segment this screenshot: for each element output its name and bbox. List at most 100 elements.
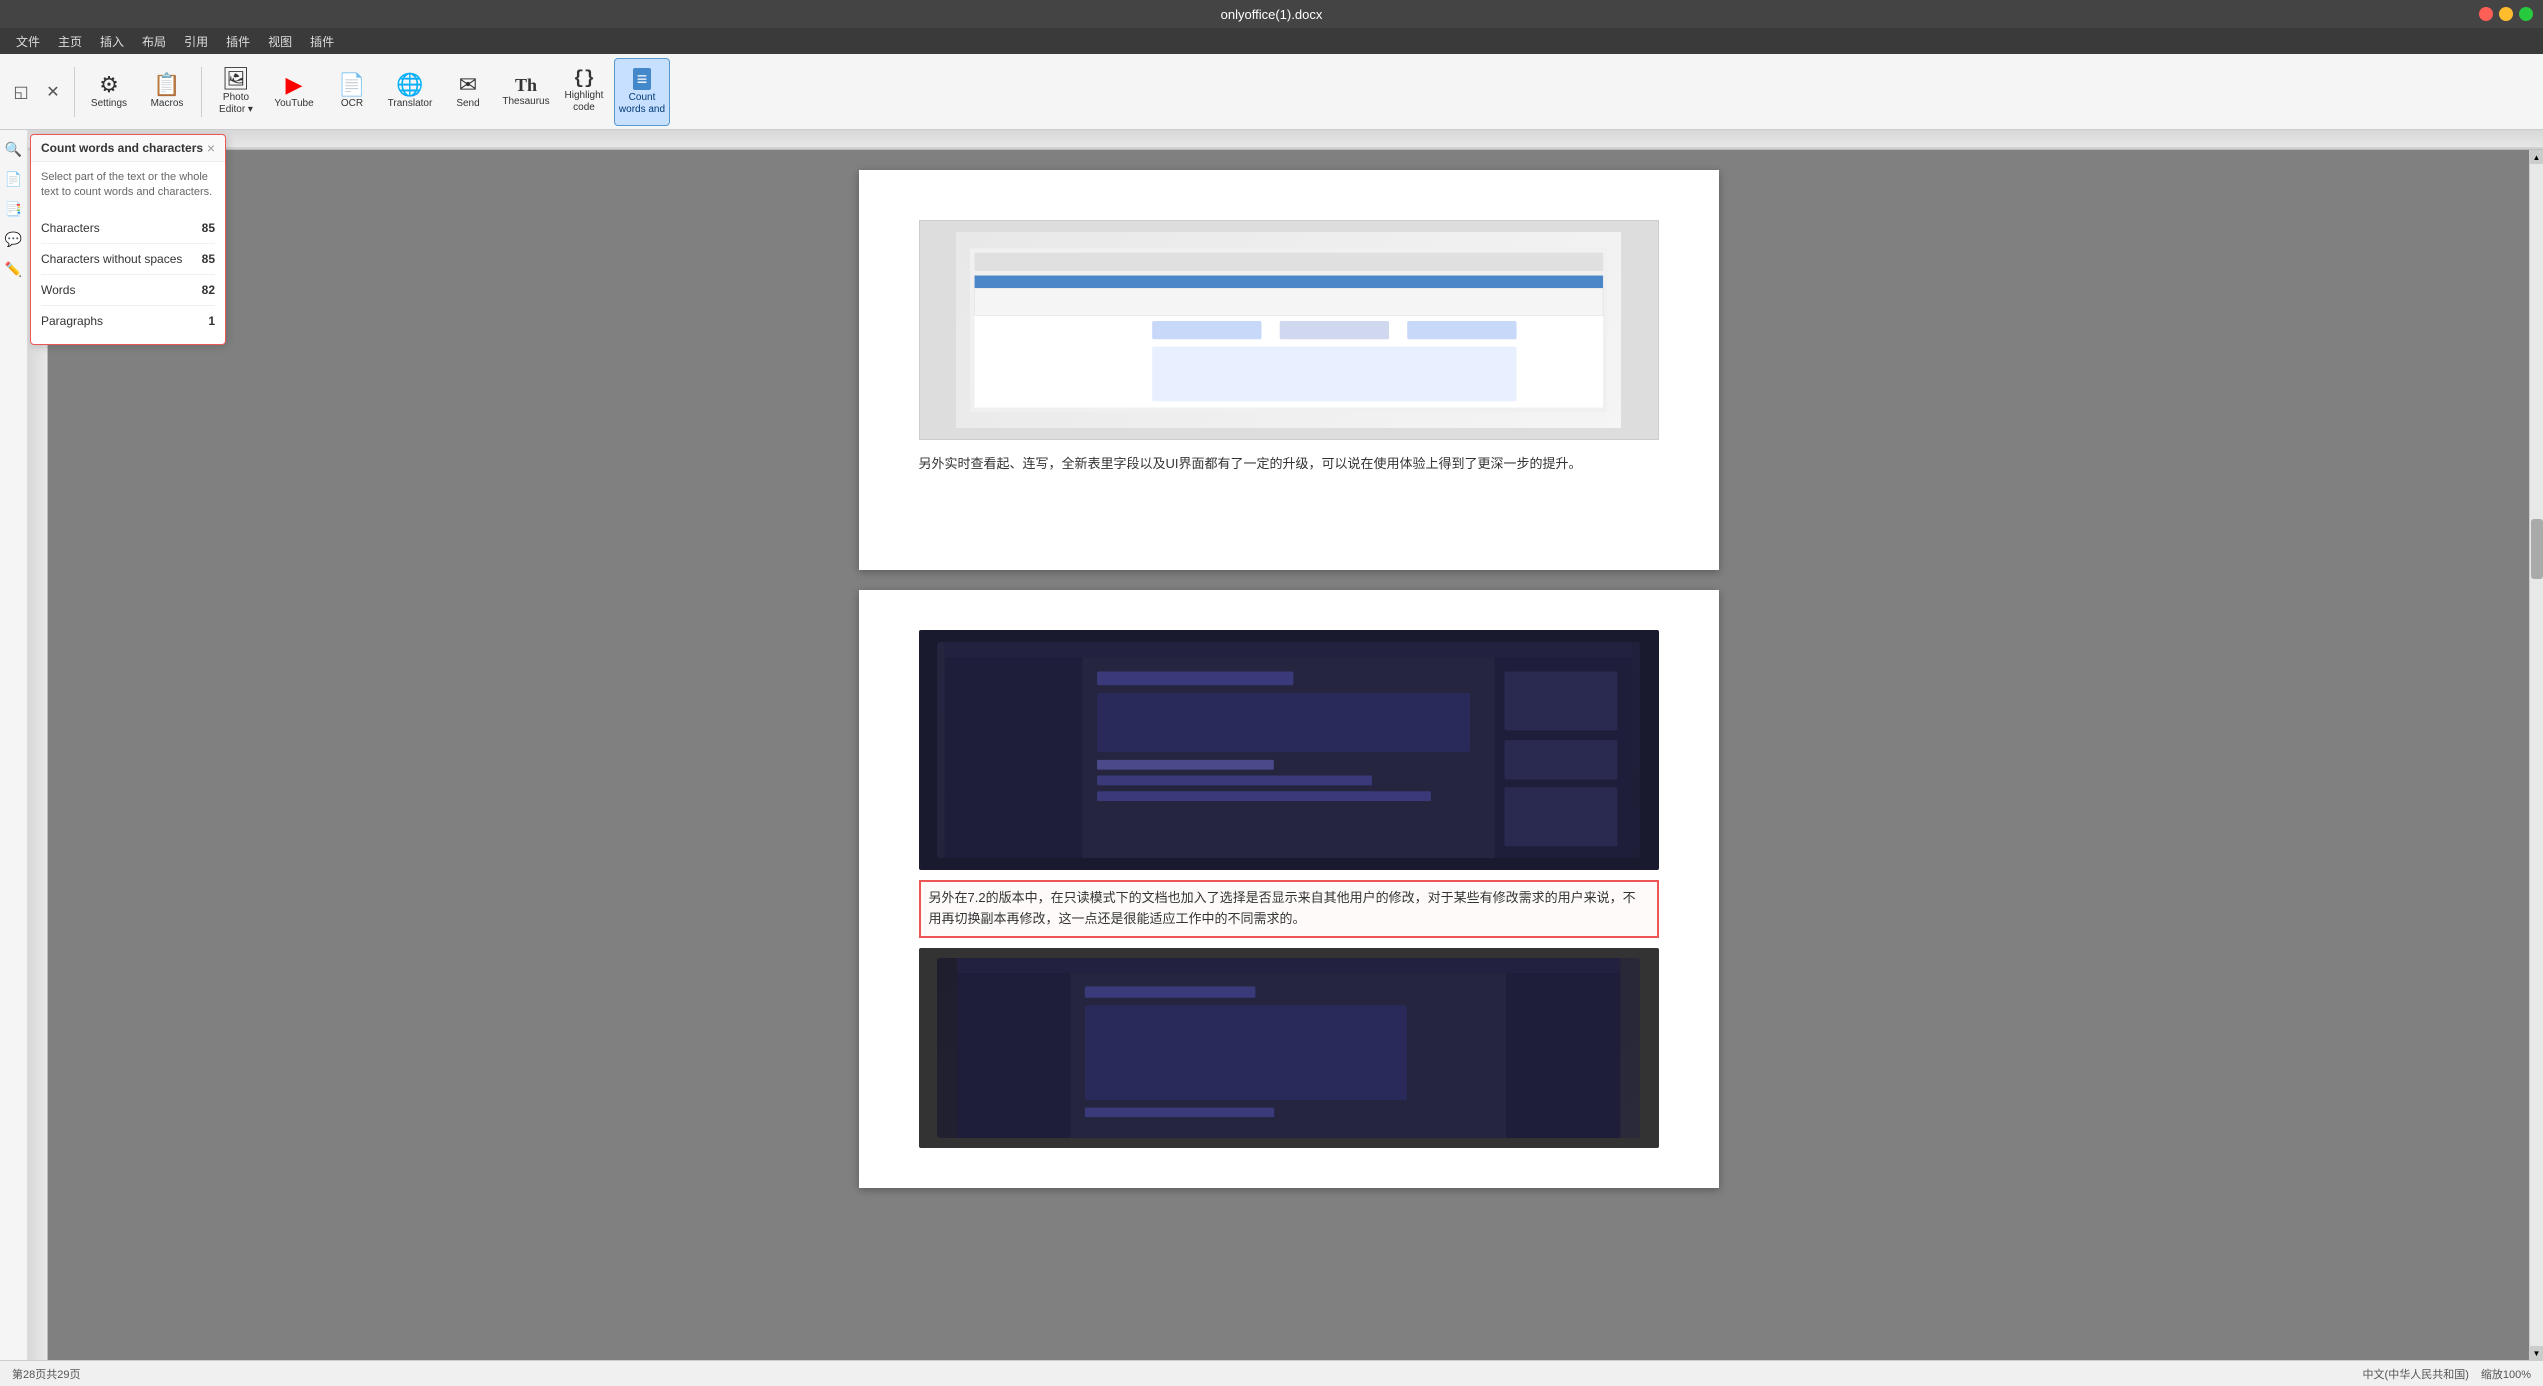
sidebar-search-icon[interactable]: 🔍 [3,138,25,160]
status-right: 中文(中华人民共和国) 缩放100% [2363,1366,2531,1382]
stat-characters-value: 85 [202,221,215,235]
macros-label: Macros [151,98,184,110]
toolbar-small-btn-1[interactable]: ◱ [6,58,36,126]
toolbar-sep-1 [74,67,75,117]
youtube-btn[interactable]: ▶ YouTube [266,58,322,126]
ocr-icon: 📄 [338,74,365,96]
translator-label: Translator [388,98,433,110]
page-1-text: 另外实时查看起、连写，全新表里字段以及UI界面都有了一定的升级，可以说在使用体验… [919,452,1659,475]
page-2-image-2-inner [937,958,1640,1138]
image-svg-2 [937,642,1640,858]
highlight-code-label: Highlight code [558,90,610,114]
scrollbar-vertical[interactable]: ▲ ▼ [2529,150,2543,1360]
zoom-info: 缩放100% [2481,1366,2531,1382]
thesaurus-icon: Th [515,76,537,94]
image-svg-3 [937,958,1640,1138]
menu-file[interactable]: 文件 [8,31,48,52]
menu-references[interactable]: 引用 [176,31,216,52]
doc-scroll-area[interactable]: 另外实时查看起、连写，全新表里字段以及UI界面都有了一定的升级，可以说在使用体验… [28,150,2543,1360]
sidebar-edit-icon[interactable]: ✏️ [3,258,25,280]
sidebar-comment-icon[interactable]: 💬 [3,228,25,250]
stat-characters-no-spaces-value: 85 [202,252,215,266]
youtube-icon: ▶ [286,74,303,96]
page-info: 第28页共29页 [12,1366,80,1382]
translator-btn[interactable]: 🌐 Translator [382,58,438,126]
ruler-h-svg [28,130,2543,150]
send-btn[interactable]: ✉ Send [440,58,496,126]
document-page-2: 另外在7.2的版本中，在只读模式下的文档也加入了选择是否显示来自其他用户的修改，… [859,590,1719,1188]
scroll-up-btn[interactable]: ▲ [2530,150,2543,164]
plugin-panel-close-btn[interactable]: × [207,141,215,155]
settings-btn[interactable]: ⚙ Settings [81,58,137,126]
macros-btn[interactable]: 📋 Macros [139,58,195,126]
scroll-track[interactable] [2530,164,2543,1346]
page-1-image-inner [956,232,1620,428]
main-layout: 🔍 📄 📑 💬 ✏️ Count words and characters × … [0,130,2543,1360]
page-2-content: 另外在7.2的版本中，在只读模式下的文档也加入了选择是否显示来自其他用户的修改，… [919,630,1659,1148]
plugin-panel-body: Select part of the text or the whole tex… [31,162,225,344]
highlighted-text-box: 另外在7.2的版本中，在只读模式下的文档也加入了选择是否显示来自其他用户的修改，… [919,880,1659,938]
status-left: 第28页共29页 [12,1366,80,1382]
send-label: Send [456,98,479,110]
menu-view[interactable]: 视图 [260,31,300,52]
menu-layout[interactable]: 布局 [134,31,174,52]
page-2-image [919,630,1659,870]
ocr-label: OCR [341,98,363,110]
menu-plugins2[interactable]: 插件 [302,31,342,52]
menu-insert[interactable]: 插入 [92,31,132,52]
status-bar: 第28页共29页 中文(中华人民共和国) 缩放100% [0,1360,2543,1386]
close-btn[interactable] [2479,7,2493,21]
youtube-label: YouTube [274,98,313,110]
max-btn[interactable] [2519,7,2533,21]
ruler-horizontal [28,130,2543,150]
count-words-label: Count words and [617,92,667,116]
window-controls [2479,7,2533,21]
settings-label: Settings [91,98,127,110]
sidebar-doc-icon[interactable]: 📄 [3,168,25,190]
stat-characters-label: Characters [41,221,100,235]
highlight-code-icon: {} [573,70,595,88]
stat-characters-no-spaces: Characters without spaces 85 [41,244,215,275]
page-1-content: 另外实时查看起、连写，全新表里字段以及UI界面都有了一定的升级，可以说在使用体验… [919,220,1659,475]
highlighted-text: 另外在7.2的版本中，在只读模式下的文档也加入了选择是否显示来自其他用户的修改，… [929,890,1636,926]
settings-icon: ⚙ [99,74,119,96]
page-2-image-inner [937,642,1640,858]
thesaurus-label: Thesaurus [502,96,549,108]
stat-words-label: Words [41,283,75,297]
ocr-btn[interactable]: 📄 OCR [324,58,380,126]
highlight-code-btn[interactable]: {} Highlight code [556,58,612,126]
left-sidebar: 🔍 📄 📑 💬 ✏️ [0,130,28,1360]
menu-home[interactable]: 主页 [50,31,90,52]
thesaurus-btn[interactable]: Th Thesaurus [498,58,554,126]
stat-characters: Characters 85 [41,213,215,244]
document-page-1: 另外实时查看起、连写，全新表里字段以及UI界面都有了一定的升级，可以说在使用体验… [859,170,1719,570]
min-btn[interactable] [2499,7,2513,21]
image-svg-1 [970,236,1608,424]
page-1-image-1 [919,220,1659,440]
menu-bar: 文件 主页 插入 布局 引用 插件 视图 插件 [0,28,2543,54]
stat-paragraphs-label: Paragraphs [41,314,103,328]
sidebar-outline-icon[interactable]: 📑 [3,198,25,220]
plugin-panel: Count words and characters × Select part… [30,134,226,345]
scroll-down-btn[interactable]: ▼ [2530,1346,2543,1360]
toolbar-small-btn-2[interactable]: ✕ [38,58,68,126]
menu-plugins[interactable]: 插件 [218,31,258,52]
stat-words-value: 82 [202,283,215,297]
doc-pages: 另外实时查看起、连写，全新表里字段以及UI界面都有了一定的升级，可以说在使用体验… [48,150,2529,1360]
stat-paragraphs-value: 1 [208,314,215,328]
photo-editor-btn[interactable]: 🖼 Photo Editor ▾ [208,58,264,126]
count-words-btn[interactable]: ≡ Count words and [614,58,670,126]
send-icon: ✉ [459,74,477,96]
plugin-panel-header: Count words and characters × [31,135,225,162]
page-2-image-2 [919,948,1659,1148]
plugin-panel-title: Count words and characters [41,141,203,155]
count-words-icon: ≡ [633,68,652,90]
toolbar: ◱ ✕ ⚙ Settings 📋 Macros 🖼 Photo Editor ▾… [0,54,2543,130]
translator-icon: 🌐 [396,74,423,96]
title-bar: onlyoffice(1).docx [0,0,2543,28]
stat-paragraphs: Paragraphs 1 [41,306,215,336]
plugin-description: Select part of the text or the whole tex… [41,170,215,201]
scroll-thumb[interactable] [2531,519,2543,579]
photo-editor-icon: 🖼 [222,68,250,90]
macros-icon: 📋 [153,74,180,96]
